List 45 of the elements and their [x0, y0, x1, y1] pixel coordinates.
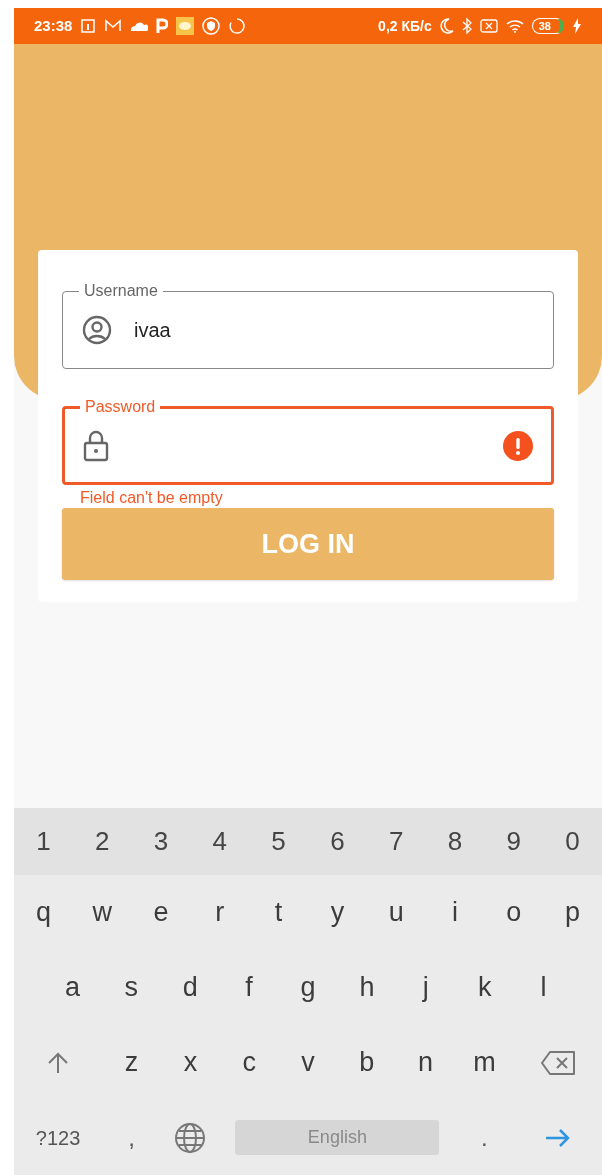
keyboard-key[interactable]: 5 [271, 822, 286, 861]
keyboard-key[interactable]: e [153, 892, 169, 933]
keyboard-key[interactable]: 1 [36, 822, 51, 861]
keyboard-key[interactable]: t [274, 892, 283, 933]
clock: 23:38 [34, 15, 73, 36]
keyboard-key[interactable]: 7 [388, 822, 404, 861]
keyboard-key[interactable]: 3 [153, 822, 169, 861]
keyboard-key[interactable]: m [473, 1042, 496, 1083]
keyboard-key[interactable]: w [92, 892, 112, 933]
keyboard-key[interactable]: f [245, 967, 253, 1008]
keyboard-key[interactable]: q [35, 892, 51, 933]
keyboard-key[interactable]: g [300, 967, 316, 1008]
keyboard-key[interactable]: o [506, 892, 522, 933]
field-label: Username [83, 281, 159, 301]
keyboard-key[interactable]: p [565, 892, 581, 933]
symbols-key[interactable]: ?123 [35, 1122, 81, 1153]
keyboard-key[interactable]: k [477, 967, 492, 1008]
keyboard-key[interactable]: 4 [212, 822, 227, 861]
keyboard-key[interactable]: v [301, 1042, 315, 1083]
keyboard-key[interactable]: a [64, 967, 80, 1008]
keyboard-key[interactable]: n [418, 1042, 434, 1083]
keyboard-key[interactable]: s [124, 967, 139, 1008]
keyboard-key[interactable]: r [215, 892, 225, 933]
network-speed: 0,2 КБ/с [378, 16, 432, 36]
period-key[interactable]: . [481, 1119, 488, 1156]
keyboard-key[interactable]: x [183, 1042, 198, 1083]
keyboard-key[interactable]: j [422, 967, 429, 1008]
keyboard-key[interactable]: i [451, 892, 458, 933]
comma-key[interactable]: , [128, 1119, 135, 1156]
error-message: Field can't be empty [80, 488, 224, 508]
keyboard-key[interactable]: l [540, 967, 547, 1008]
keyboard-key[interactable]: 0 [565, 822, 580, 861]
keyboard-key[interactable]: d [182, 967, 198, 1008]
keyboard-key[interactable]: 2 [94, 822, 110, 861]
keyboard-key[interactable]: z [124, 1042, 139, 1083]
keyboard-key[interactable]: 6 [330, 822, 345, 861]
keyboard-key[interactable]: 9 [506, 822, 521, 861]
field-label: Password [84, 397, 157, 417]
keyboard-key[interactable]: c [242, 1042, 256, 1083]
keyboard-key[interactable]: b [359, 1042, 375, 1083]
keyboard-key[interactable]: h [359, 967, 375, 1008]
keyboard-key[interactable]: u [388, 892, 404, 933]
keyboard-key[interactable]: y [330, 892, 345, 933]
field-value: ivaa [134, 318, 172, 343]
keyboard-key[interactable]: 8 [447, 822, 463, 861]
